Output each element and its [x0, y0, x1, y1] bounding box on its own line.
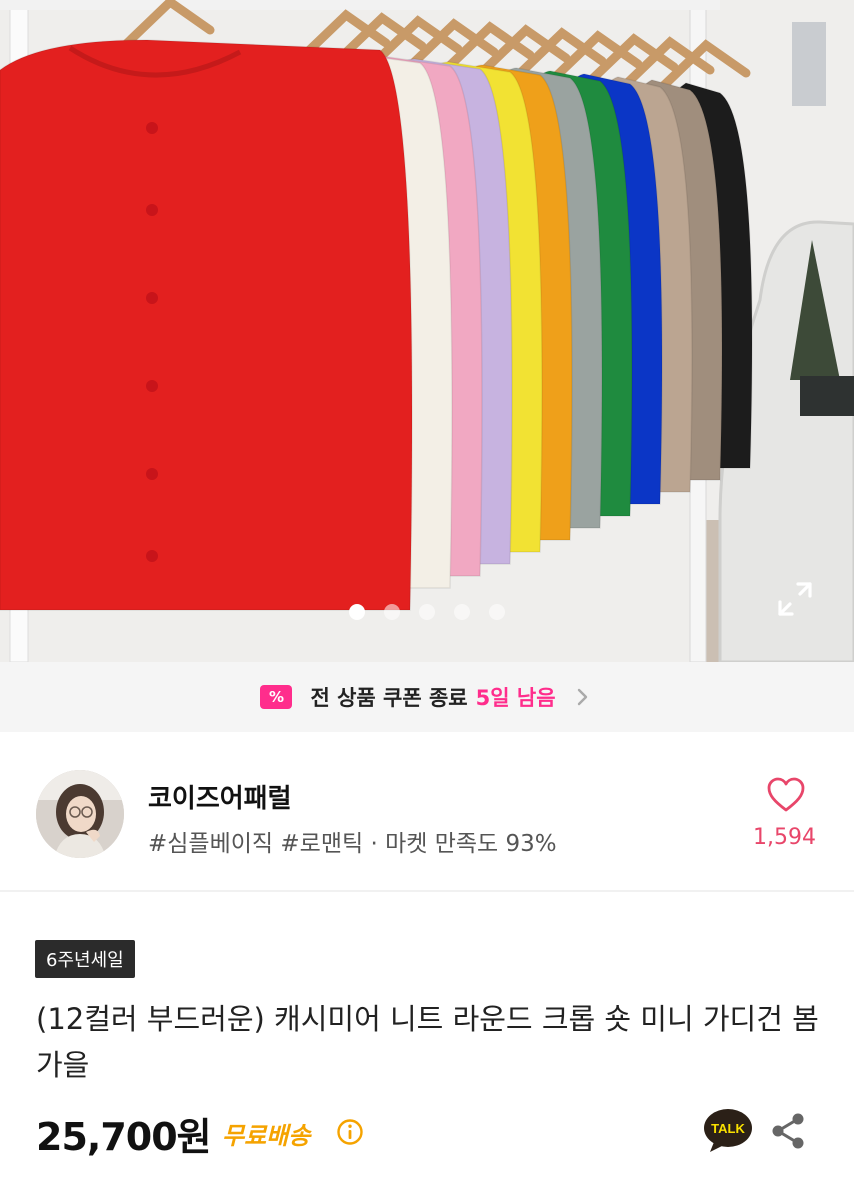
- talk-icon[interactable]: TALK: [702, 1106, 754, 1154]
- seller-tags: #심플베이직 #로맨틱 · 마켓 만족도 93%: [148, 831, 557, 857]
- avatar[interactable]: [36, 770, 124, 858]
- pagination-dot[interactable]: [489, 604, 505, 620]
- sale-badge: 6주년세일: [35, 940, 135, 978]
- pagination-dot[interactable]: [419, 604, 435, 620]
- pagination-dot[interactable]: [349, 604, 365, 620]
- product-image-gallery[interactable]: [0, 0, 854, 662]
- like-count: 1,594: [753, 825, 816, 850]
- product-title: (12컬러 부드러운) 캐시미어 니트 라운드 크롭 숏 미니 가디건 봄 가을: [36, 1002, 819, 1082]
- chevron-right-icon: [577, 688, 587, 706]
- product-photo: [0, 0, 854, 662]
- talk-label: TALK: [711, 1121, 745, 1136]
- share-icon[interactable]: [770, 1112, 806, 1150]
- info-icon[interactable]: [336, 1118, 364, 1146]
- coupon-remaining: 5일 남음: [475, 686, 556, 710]
- seller-name[interactable]: 코이즈어패럴: [148, 778, 292, 815]
- seller-info[interactable]: 코이즈어패럴 #심플베이직 #로맨틱 · 마켓 만족도 93% 1,594: [0, 732, 854, 892]
- shipping-label: 무료배송: [222, 1122, 311, 1150]
- coupon-icon: %: [260, 685, 293, 709]
- product-price: 25,700원: [36, 1115, 212, 1159]
- pagination-dot[interactable]: [384, 604, 400, 620]
- coupon-text: 전 상품 쿠폰 종료: [310, 686, 468, 710]
- heart-icon[interactable]: [766, 776, 806, 814]
- coupon-banner[interactable]: % 전 상품 쿠폰 종료 5일 남음: [0, 662, 854, 732]
- gallery-pagination: [0, 604, 854, 620]
- pagination-dot[interactable]: [454, 604, 470, 620]
- expand-icon[interactable]: [776, 580, 814, 618]
